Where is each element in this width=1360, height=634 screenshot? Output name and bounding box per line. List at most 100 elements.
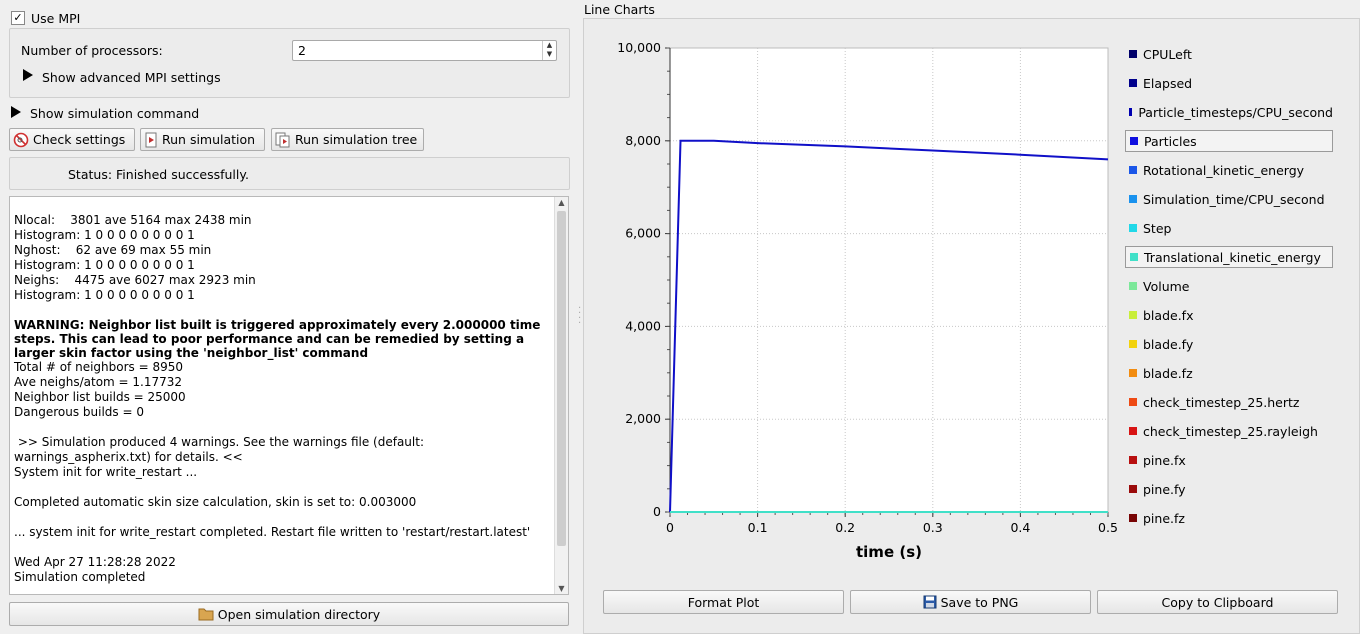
- legend-swatch: [1129, 398, 1137, 406]
- status-text: Status: Finished successfully.: [68, 167, 249, 182]
- legend-item[interactable]: Volume: [1125, 275, 1333, 297]
- spin-arrows-icon[interactable]: ▲ ▼: [542, 41, 556, 60]
- log-line: Dangerous builds = 0: [14, 405, 144, 419]
- legend-label: check_timestep_25.hertz: [1143, 394, 1300, 410]
- use-mpi-checkbox[interactable]: ✓: [11, 11, 25, 25]
- scroll-down-icon[interactable]: ▼: [555, 584, 568, 593]
- legend-item[interactable]: Rotational_kinetic_energy: [1125, 159, 1333, 181]
- use-mpi-label: Use MPI: [31, 11, 81, 26]
- run-simulation-label: Run simulation: [162, 132, 256, 147]
- log-scrollbar[interactable]: ▲ ▼: [554, 197, 568, 594]
- log-line: Neighbor list builds = 25000: [14, 390, 186, 404]
- log-line: Neighs: 4475 ave 6027 max 2923 min: [14, 273, 256, 287]
- format-plot-label: Format Plot: [687, 594, 760, 610]
- legend-item[interactable]: Elapsed: [1125, 72, 1333, 94]
- x-tick-label: 0.4: [1010, 520, 1030, 535]
- save-icon: [923, 595, 937, 609]
- legend-swatch: [1129, 224, 1137, 232]
- expand-arrow-icon[interactable]: [11, 106, 21, 118]
- legend-item[interactable]: pine.fy: [1125, 478, 1333, 500]
- legend-swatch: [1129, 485, 1137, 493]
- legend-item[interactable]: blade.fx: [1125, 304, 1333, 326]
- show-command-toggle[interactable]: Show simulation command: [30, 106, 199, 121]
- scroll-thumb[interactable]: [557, 211, 566, 546]
- legend-item[interactable]: Step: [1125, 217, 1333, 239]
- scroll-up-icon[interactable]: ▲: [555, 198, 568, 207]
- y-tick-label: 10,000: [617, 40, 661, 55]
- legend-label: blade.fz: [1143, 365, 1193, 381]
- legend-item[interactable]: blade.fz: [1125, 362, 1333, 384]
- log-warning: WARNING: Neighbor list built is triggere…: [14, 318, 541, 360]
- save-png-button[interactable]: Save to PNG: [850, 590, 1091, 614]
- legend-label: Rotational_kinetic_energy: [1143, 162, 1305, 178]
- x-tick-label: 0.2: [835, 520, 855, 535]
- simulation-log[interactable]: Nlocal: 3801 ave 5164 max 2438 min Histog…: [9, 196, 569, 595]
- legend-swatch: [1129, 108, 1133, 116]
- open-directory-label: Open simulation directory: [217, 606, 381, 622]
- check-settings-icon: [13, 132, 29, 147]
- legend-item[interactable]: check_timestep_25.hertz: [1125, 391, 1333, 413]
- x-tick-label: 0: [666, 520, 674, 535]
- run-simulation-tree-button[interactable]: Run simulation tree: [271, 128, 424, 151]
- legend-label: Elapsed: [1143, 75, 1193, 91]
- legend-label: CPULeft: [1143, 46, 1192, 62]
- legend-item[interactable]: pine.fz: [1125, 507, 1333, 529]
- expand-arrow-icon[interactable]: [23, 69, 33, 81]
- legend-item[interactable]: Translational_kinetic_energy: [1125, 246, 1333, 268]
- legend-item[interactable]: Particles: [1125, 130, 1333, 152]
- legend-swatch: [1129, 427, 1137, 435]
- legend-label: Particles: [1144, 133, 1197, 149]
- mpi-settings-group: [9, 28, 570, 98]
- legend-label: Volume: [1143, 278, 1190, 294]
- log-line: Histogram: 1 0 0 0 0 0 0 0 0 1: [14, 258, 195, 272]
- log-line: Nlocal: 3801 ave 5164 max 2438 min: [14, 213, 252, 227]
- legend-label: Step: [1143, 220, 1172, 236]
- legend-swatch: [1129, 369, 1137, 377]
- legend-label: pine.fy: [1143, 481, 1186, 497]
- log-line: Histogram: 1 0 0 0 0 0 0 0 0 1: [14, 288, 195, 302]
- splitter-handle[interactable]: · · · ·: [578, 304, 581, 329]
- log-line: >> Simulation produced 4 warnings. See t…: [14, 435, 424, 449]
- save-png-label: Save to PNG: [940, 594, 1019, 610]
- log-line: Completed automatic skin size calculatio…: [14, 495, 417, 509]
- line-charts-title: Line Charts: [584, 2, 655, 17]
- legend-item[interactable]: check_timestep_25.rayleigh: [1125, 420, 1333, 442]
- x-tick-label: 0.5: [1098, 520, 1118, 535]
- x-tick-label: 0.3: [923, 520, 943, 535]
- y-tick-label: 2,000: [625, 411, 661, 426]
- legend-item[interactable]: blade.fy: [1125, 333, 1333, 355]
- check-settings-button[interactable]: Check settings: [9, 128, 135, 151]
- format-plot-button[interactable]: Format Plot: [603, 590, 844, 614]
- legend-label: Particle_timesteps/CPU_second: [1138, 104, 1333, 120]
- run-simulation-button[interactable]: Run simulation: [140, 128, 265, 151]
- check-settings-label: Check settings: [33, 132, 126, 147]
- legend-item[interactable]: Particle_timesteps/CPU_second: [1125, 101, 1333, 123]
- log-content: Nlocal: 3801 ave 5164 max 2438 min Histog…: [14, 198, 544, 585]
- advanced-mpi-toggle[interactable]: Show advanced MPI settings: [42, 70, 221, 85]
- log-line: Total # of neighbors = 8950: [14, 360, 184, 374]
- y-tick-label: 0: [653, 504, 661, 519]
- y-tick-label: 4,000: [625, 318, 661, 333]
- run-icon: [145, 132, 157, 147]
- processors-spinbox[interactable]: 2 ▲ ▼: [292, 40, 557, 61]
- folder-icon: [198, 608, 214, 621]
- line-chart[interactable]: 0 0.1 0.2 0.3 0.4 0.5 0 2,000 4,000 6,000 8,000 10,…: [600, 35, 1120, 565]
- log-line: Ave neighs/atom = 1.17732: [14, 375, 183, 389]
- open-directory-button[interactable]: Open simulation directory: [9, 602, 569, 626]
- copy-clipboard-label: Copy to Clipboard: [1161, 594, 1274, 610]
- log-line: Histogram: 1 0 0 0 0 0 0 0 0 1: [14, 228, 195, 242]
- legend-item[interactable]: CPULeft: [1125, 43, 1333, 65]
- legend-swatch: [1129, 311, 1137, 319]
- status-box: Status: Finished successfully.: [9, 157, 570, 190]
- run-simulation-tree-label: Run simulation tree: [295, 132, 418, 147]
- log-line: Nghost: 62 ave 69 max 55 min: [14, 243, 212, 257]
- y-tick-label: 6,000: [625, 226, 661, 241]
- processors-value: 2: [298, 43, 306, 58]
- legend-item[interactable]: Simulation_time/CPU_second: [1125, 188, 1333, 210]
- copy-clipboard-button[interactable]: Copy to Clipboard: [1097, 590, 1338, 614]
- legend-item[interactable]: pine.fx: [1125, 449, 1333, 471]
